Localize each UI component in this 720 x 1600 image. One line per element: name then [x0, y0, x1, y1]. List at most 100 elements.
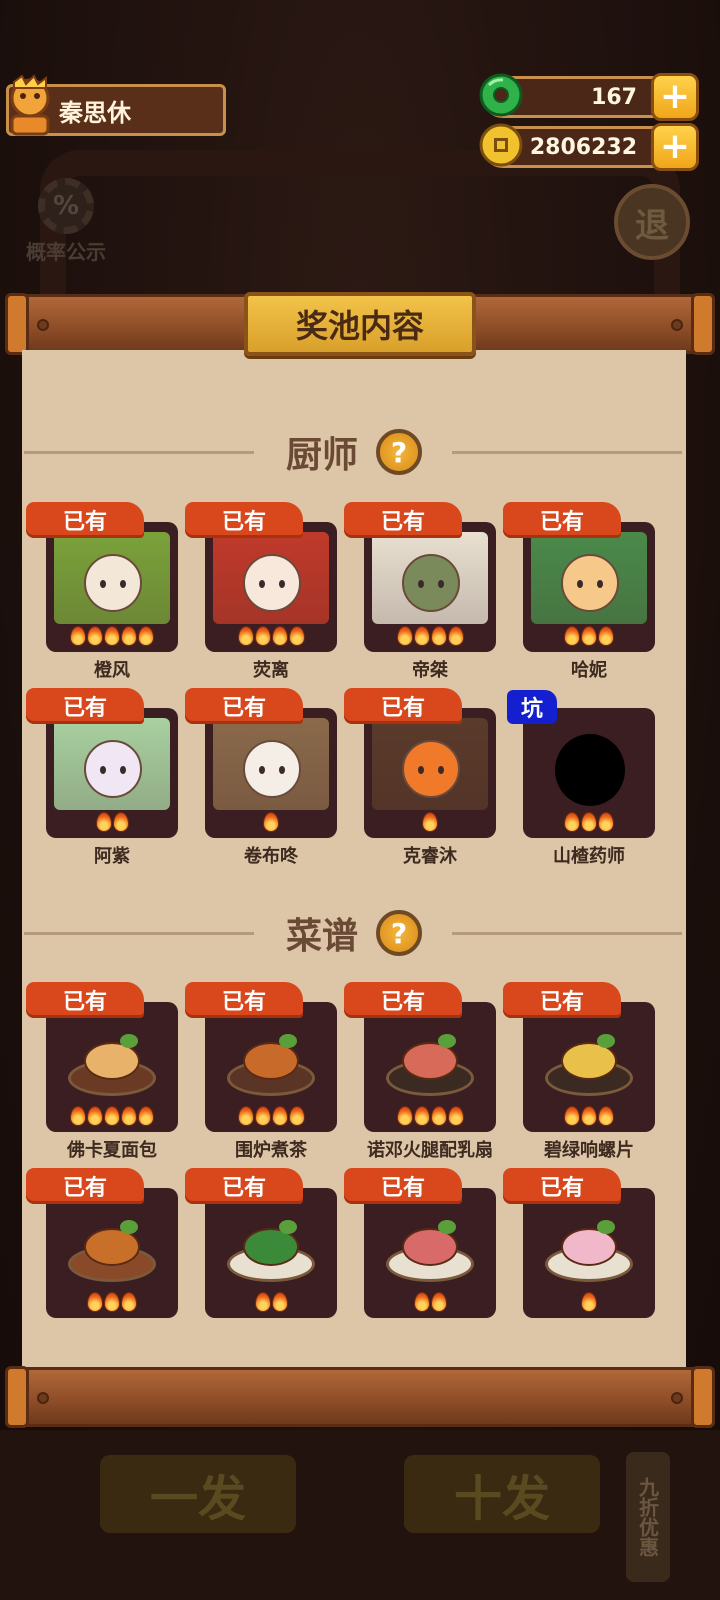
owned-badge: 已有 [503, 502, 621, 538]
flame-icon [288, 626, 305, 646]
probability-label: 概率公示 [26, 240, 106, 264]
flame-icon [396, 1106, 413, 1126]
recipe-card[interactable]: 已有 [503, 1168, 655, 1318]
rarity-flames [205, 626, 337, 648]
rarity-flames [205, 1292, 337, 1314]
recipe-name: 碧绿响螺片 [544, 1140, 634, 1161]
chef-card[interactable]: 已有 荧离 [185, 502, 337, 681]
dish-image [372, 1198, 488, 1290]
rarity-flames [523, 1292, 655, 1314]
flame-icon [87, 1106, 103, 1126]
recipe-card[interactable]: 已有 围炉煮茶 [185, 982, 337, 1161]
recipe-card[interactable]: 已有 诺邓火腿配乳扇 [344, 982, 496, 1161]
probability-button[interactable]: % 概率公示 [18, 178, 114, 266]
background-arch [40, 150, 680, 310]
flame-icon [564, 812, 580, 832]
owned-badge: 已有 [185, 982, 303, 1018]
chef-name: 阿紫 [94, 846, 130, 867]
panel-title: 奖池内容 [295, 307, 424, 345]
flame-icon [598, 812, 614, 832]
flame-icon [121, 1292, 137, 1312]
dish-image [54, 1198, 170, 1290]
rarity-flames [364, 1292, 496, 1314]
flame-icon [396, 626, 413, 646]
rarity-flames [205, 1106, 337, 1128]
jade-counter: 167 + [479, 73, 699, 121]
flame-icon [112, 812, 129, 832]
dish-image [213, 1012, 329, 1104]
flame-icon [254, 1292, 271, 1312]
chef-portrait [372, 532, 488, 624]
flame-icon [413, 1292, 430, 1312]
chef-section-header: 厨师 ? [22, 422, 686, 482]
flame-icon [447, 626, 464, 646]
chef-card[interactable]: 坑山楂药师 [507, 690, 655, 867]
chef-portrait [54, 718, 170, 810]
flame-icon [263, 812, 279, 832]
ten-draw-button: 十发 [404, 1455, 600, 1533]
chef-help-icon[interactable]: ? [376, 429, 422, 475]
flame-icon [581, 1106, 597, 1126]
recipe-card[interactable]: 已有 [344, 1168, 496, 1318]
owned-badge: 已有 [503, 982, 621, 1018]
rarity-flames [46, 812, 178, 834]
chef-portrait [531, 532, 647, 624]
dish-image [372, 1012, 488, 1104]
chef-card[interactable]: 已有 阿紫 [26, 688, 178, 867]
rarity-flames [523, 812, 655, 834]
dish-image [531, 1012, 647, 1104]
chef-card[interactable]: 已有 帝桀 [344, 502, 496, 681]
flame-icon [422, 812, 438, 832]
rarity-flames [523, 1106, 655, 1128]
flame-icon [430, 626, 447, 646]
flame-icon [581, 812, 597, 832]
owned-badge: 已有 [185, 1168, 303, 1204]
flame-icon [271, 626, 288, 646]
chef-portrait [372, 718, 488, 810]
chef-card[interactable]: 已有 橙风 [26, 502, 178, 681]
flame-icon [288, 1106, 305, 1126]
chef-name: 荧离 [253, 660, 289, 681]
flame-icon [271, 1292, 288, 1312]
owned-badge: 已有 [344, 688, 462, 724]
chef-name: 橙风 [94, 660, 130, 681]
pit-badge: 坑 [507, 690, 557, 724]
chef-portrait [213, 532, 329, 624]
add-coin-button[interactable]: + [651, 123, 699, 171]
single-draw-button: 一发 [100, 1455, 296, 1533]
owned-badge: 已有 [344, 502, 462, 538]
flame-icon [138, 626, 154, 646]
player-avatar-icon[interactable] [4, 74, 56, 136]
chef-card[interactable]: 已有 哈妮 [503, 502, 655, 681]
recipe-card[interactable]: 已有 佛卡夏面包 [26, 982, 178, 1161]
flame-icon [87, 626, 103, 646]
rarity-flames [205, 812, 337, 834]
flame-icon [581, 1292, 597, 1312]
flame-icon [413, 626, 430, 646]
recipe-name: 诺邓火腿配乳扇 [367, 1140, 493, 1161]
dish-image [213, 1198, 329, 1290]
recipe-help-icon[interactable]: ? [376, 910, 422, 956]
recipe-card[interactable]: 已有 [185, 1168, 337, 1318]
chef-card[interactable]: 已有卷布咚 [185, 688, 337, 867]
recipe-card[interactable]: 已有 [26, 1168, 178, 1318]
owned-badge: 已有 [185, 688, 303, 724]
chef-portrait [531, 718, 647, 810]
rarity-flames [364, 1106, 496, 1128]
discount-tag: 九折优惠 [626, 1452, 670, 1582]
chef-card[interactable]: 已有 克睿沐 [344, 688, 496, 867]
player-name: 秦思休 [59, 98, 131, 127]
dish-image [54, 1012, 170, 1104]
rarity-flames [364, 626, 496, 648]
owned-badge: 已有 [503, 1168, 621, 1204]
chef-portrait [213, 718, 329, 810]
exit-button[interactable]: 退 [614, 184, 690, 260]
add-jade-button[interactable]: + [651, 73, 699, 121]
jade-amount: 167 [591, 84, 637, 110]
coin-amount: 2806232 [529, 134, 637, 160]
recipe-card[interactable]: 已有碧绿响螺片 [503, 982, 655, 1161]
flame-icon [87, 1292, 103, 1312]
flame-icon [121, 626, 137, 646]
prize-pool-panel: 厨师 ? 已有 橙风 已有 荧离 已有 帝桀 已有 哈妮 已有 阿紫 已有 卷布咚 已有 克睿沐坑山楂药师… [22, 350, 686, 1370]
chef-name: 卷布咚 [244, 846, 298, 867]
